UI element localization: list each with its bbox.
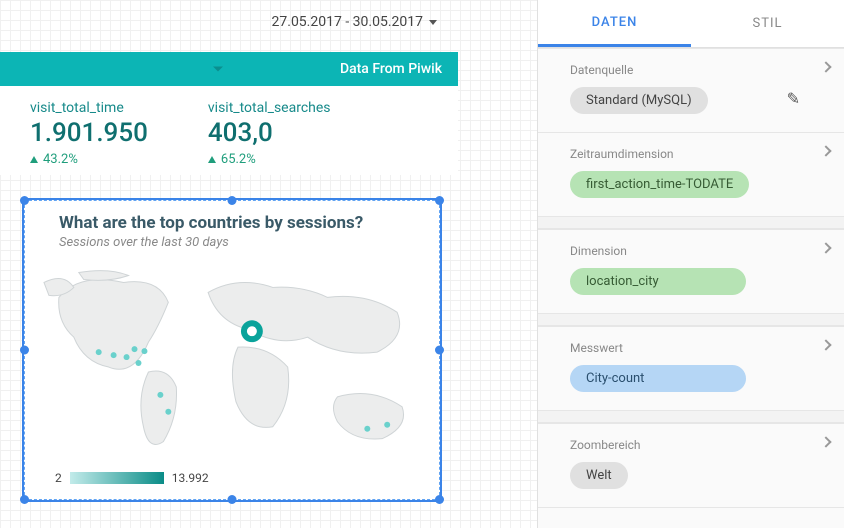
map-title: What are the top countries by sessions?: [25, 201, 439, 235]
metric-chip[interactable]: City-count: [570, 365, 746, 392]
dimension-chip[interactable]: location_city: [570, 268, 746, 295]
properties-panel: DATEN STIL Datenquelle Standard (MySQL) …: [538, 0, 844, 528]
section-label: Zoombereich: [570, 438, 830, 452]
metric-delta: 65.2%: [221, 152, 256, 167]
resize-handle[interactable]: [228, 495, 237, 504]
section-label: Datenquelle: [570, 63, 830, 77]
section-zoom[interactable]: Zoombereich Welt: [538, 423, 844, 508]
report-title: Data From Piwik: [340, 61, 442, 77]
section-dimension[interactable]: Dimension location_city: [538, 229, 844, 314]
report-title-bar[interactable]: Data From Piwik: [0, 52, 458, 86]
metric-delta: 43.2%: [43, 152, 78, 167]
resize-handle[interactable]: [20, 196, 29, 205]
date-range-text: 27.05.2017 - 30.05.2017: [272, 14, 423, 30]
metric-card: visit_total_searches 403,0 65.2%: [208, 100, 331, 167]
chevron-down-icon: [429, 20, 437, 25]
metric-card: visit_total_time 1.901.950 43.2%: [30, 100, 148, 167]
resize-handle[interactable]: [228, 196, 237, 205]
date-range-picker[interactable]: 27.05.2017 - 30.05.2017: [272, 14, 437, 30]
section-label: Dimension: [570, 244, 830, 258]
world-map: [39, 259, 425, 485]
tab-style[interactable]: STIL: [691, 0, 844, 47]
legend-gradient: [70, 472, 164, 484]
chevron-down-icon: [213, 67, 223, 72]
map-legend: 2 13.992: [55, 471, 209, 485]
section-label: Zeitraumdimension: [570, 147, 830, 161]
report-canvas[interactable]: 27.05.2017 - 30.05.2017 Data From Piwik …: [0, 0, 538, 528]
timedimension-chip[interactable]: first_action_time-TODATE: [570, 171, 749, 198]
zoom-chip[interactable]: Welt: [570, 462, 628, 489]
metric-label: visit_total_time: [30, 100, 148, 116]
pencil-icon[interactable]: ✎: [787, 89, 800, 108]
metric-value: 403,0: [208, 118, 331, 148]
resize-handle[interactable]: [20, 346, 29, 355]
section-metric[interactable]: Messwert City-count: [538, 326, 844, 411]
metric-value: 1.901.950: [30, 118, 148, 148]
arrow-up-icon: [208, 156, 216, 163]
section-datasource[interactable]: Datenquelle Standard (MySQL) ✎: [538, 48, 844, 133]
map-subtitle: Sessions over the last 30 days: [25, 235, 439, 256]
legend-max: 13.992: [172, 471, 209, 485]
legend-min: 2: [55, 471, 62, 485]
section-label: Messwert: [570, 341, 830, 355]
metric-label: visit_total_searches: [208, 100, 331, 116]
resize-handle[interactable]: [435, 196, 444, 205]
resize-handle[interactable]: [435, 346, 444, 355]
resize-handle[interactable]: [435, 495, 444, 504]
arrow-up-icon: [30, 156, 38, 163]
datasource-chip[interactable]: Standard (MySQL): [570, 87, 708, 114]
tab-data[interactable]: DATEN: [538, 0, 691, 47]
map-chart-selected[interactable]: What are the top countries by sessions? …: [24, 200, 440, 500]
section-timedimension[interactable]: Zeitraumdimension first_action_time-TODA…: [538, 133, 844, 217]
resize-handle[interactable]: [20, 495, 29, 504]
